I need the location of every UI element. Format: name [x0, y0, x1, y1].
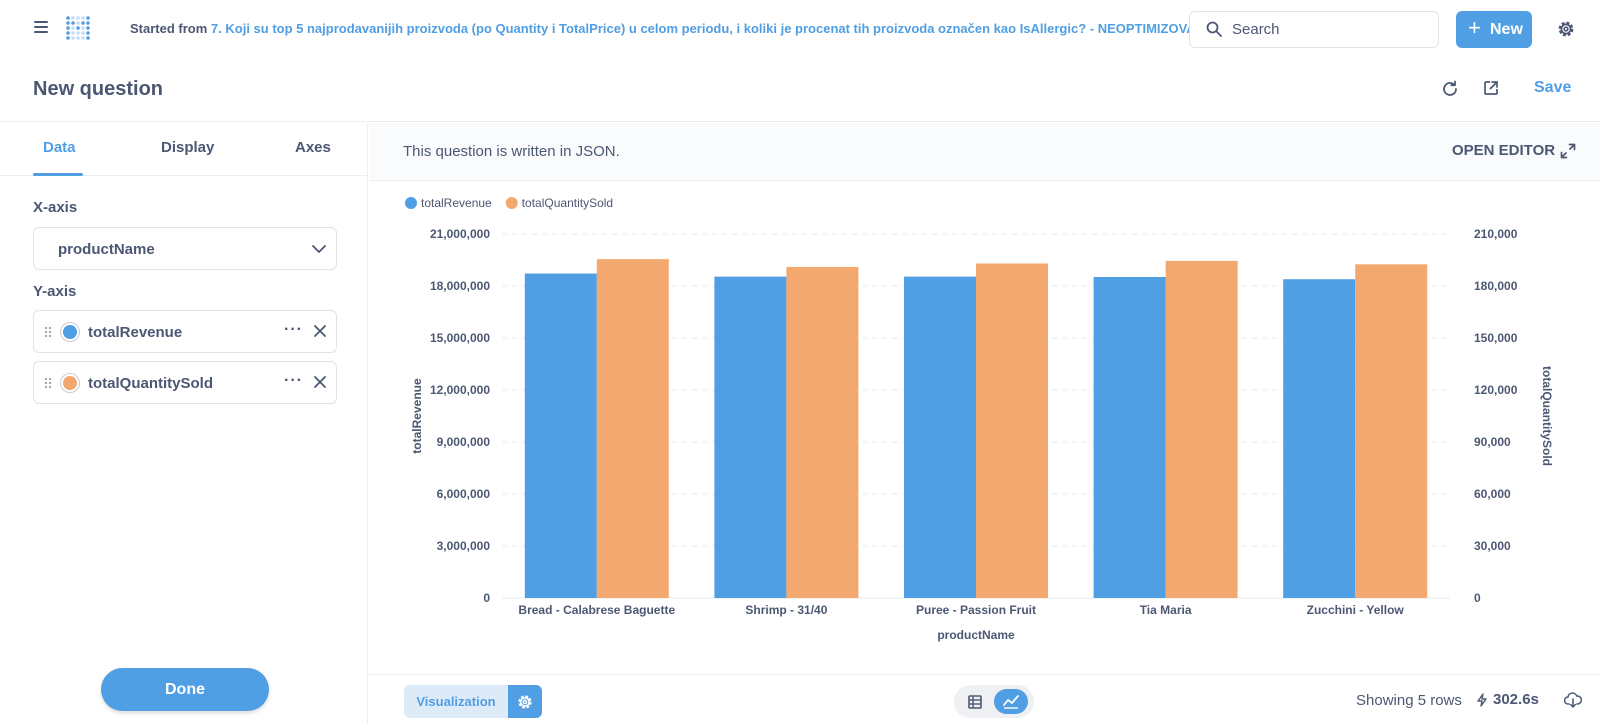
new-button[interactable]: + New — [1456, 11, 1532, 48]
plus-icon: + — [1468, 15, 1481, 40]
tab-display[interactable]: Display — [161, 139, 214, 156]
gear-icon — [518, 695, 532, 709]
expand-icon[interactable] — [1560, 143, 1576, 159]
legend-swatch — [405, 197, 417, 209]
bolt-icon — [1477, 693, 1487, 707]
x-axis-label: X-axis — [33, 199, 78, 216]
done-button[interactable]: Done — [101, 668, 269, 711]
gear-icon[interactable] — [1556, 19, 1576, 39]
bar-totalRevenue — [1283, 279, 1356, 598]
y-tick-label-left: 18,000,000 — [430, 279, 490, 293]
x-axis-title: productName — [937, 628, 1015, 642]
drag-handle-icon[interactable] — [44, 326, 52, 338]
x-tick-label: Bread - Calabrese Baguette — [518, 603, 675, 617]
chevron-down-icon — [312, 245, 326, 253]
legend-label: totalRevenue — [421, 196, 492, 210]
drag-handle-icon[interactable] — [44, 377, 52, 389]
y-series-row[interactable]: totalRevenue ··· — [33, 310, 337, 353]
more-options-icon[interactable]: ··· — [284, 372, 303, 390]
y-tick-label-left: 21,000,000 — [430, 227, 490, 241]
table-icon[interactable] — [963, 693, 987, 711]
y-tick-label-right: 180,000 — [1474, 279, 1518, 293]
more-options-icon[interactable]: ··· — [284, 321, 303, 339]
y-tick-label-right: 60,000 — [1474, 487, 1511, 501]
y-tick-label-left: 9,000,000 — [437, 435, 491, 449]
top-navigation-bar: Started from 7. Koji su top 5 najprodava… — [0, 0, 1600, 58]
settings-tabs: Data Display Axes — [0, 123, 368, 176]
y-axis-label: Y-axis — [33, 283, 77, 300]
y-tick-label-left: 0 — [483, 591, 490, 605]
close-icon[interactable] — [314, 325, 326, 337]
y-tick-label-left: 3,000,000 — [437, 539, 491, 553]
x-tick-label: Zucchini - Yellow — [1307, 603, 1405, 617]
y-tick-label-right: 90,000 — [1474, 435, 1511, 449]
visualization-button[interactable]: Visualization — [404, 685, 508, 718]
open-editor-button[interactable]: OPEN EDITOR — [1452, 142, 1555, 159]
share-icon[interactable] — [1483, 80, 1499, 96]
series-name: totalRevenue — [88, 324, 183, 341]
y-tick-label-right: 0 — [1474, 591, 1481, 605]
x-axis-select[interactable]: productName — [33, 227, 337, 270]
bar-chart[interactable]: 0 0 3,000,000 30,000 6,000,000 60,000 9,000,00… — [369, 182, 1600, 673]
source-question-link[interactable]: 7. Koji su top 5 najprodavanijih proizvo… — [211, 21, 1215, 36]
y-series-row[interactable]: totalQuantitySold ··· — [33, 361, 337, 404]
visualization-settings-button[interactable] — [508, 685, 542, 718]
page-title[interactable]: New question — [33, 78, 163, 101]
bar-totalQuantitySold — [1355, 264, 1428, 598]
y-tick-label-left: 15,000,000 — [430, 331, 490, 345]
chart-area: 0 0 3,000,000 30,000 6,000,000 60,000 9,000,00… — [369, 182, 1600, 673]
banner-text: This question is written in JSON. — [403, 143, 620, 160]
y-tick-label-left: 12,000,000 — [430, 383, 490, 397]
y-axis-title-right: totalQuantitySold — [1540, 366, 1554, 466]
y-tick-label-right: 30,000 — [1474, 539, 1511, 553]
metabase-logo-icon[interactable] — [62, 12, 94, 44]
bar-totalRevenue — [714, 276, 787, 598]
bar-totalQuantitySold — [976, 263, 1048, 598]
table-chart-toggle — [954, 685, 1034, 718]
tab-data[interactable]: Data — [43, 139, 76, 156]
line-chart-icon — [1003, 695, 1019, 709]
y-tick-label-right: 150,000 — [1474, 331, 1518, 345]
legend-label: totalQuantitySold — [522, 196, 613, 210]
bar-totalRevenue — [904, 276, 976, 598]
y-tick-label-left: 6,000,000 — [437, 487, 491, 501]
bar-totalRevenue — [1093, 276, 1166, 598]
question-header: New question Save — [0, 58, 1600, 122]
save-button[interactable]: Save — [1534, 79, 1571, 97]
new-button-label: New — [1490, 21, 1523, 38]
x-tick-label: Puree - Passion Fruit — [916, 603, 1036, 617]
series-color-swatch[interactable] — [61, 323, 79, 341]
y-tick-label-right: 210,000 — [1474, 227, 1518, 241]
series-name: totalQuantitySold — [88, 375, 213, 392]
y-tick-label-right: 120,000 — [1474, 383, 1518, 397]
x-tick-label: Tia Maria — [1140, 603, 1192, 617]
bar-totalQuantitySold — [596, 259, 669, 598]
search-input[interactable]: Search — [1189, 11, 1439, 48]
menu-icon[interactable] — [34, 21, 48, 33]
bottom-toolbar: Visualization Showing 5 rows 302.6s — [369, 674, 1600, 724]
legend-swatch — [505, 197, 518, 209]
started-prefix: Started from — [130, 21, 208, 36]
y-axis-title-left: totalRevenue — [410, 378, 424, 454]
close-icon[interactable] — [314, 376, 326, 388]
x-axis-value: productName — [58, 241, 155, 258]
download-icon[interactable] — [1564, 692, 1582, 708]
bar-totalQuantitySold — [1165, 260, 1238, 598]
native-query-banner: This question is written in JSON. OPEN E… — [369, 123, 1600, 181]
refresh-icon[interactable] — [1441, 80, 1459, 98]
chart-settings-sidebar: Data Display Axes X-axis productName Y-a… — [0, 123, 368, 724]
row-count: Showing 5 rows — [1356, 692, 1462, 709]
x-tick-label: Shrimp - 31/40 — [745, 603, 827, 617]
chart-view-button[interactable] — [994, 689, 1028, 714]
bar-totalQuantitySold — [786, 266, 859, 598]
series-color-swatch[interactable] — [61, 374, 79, 392]
tab-axes[interactable]: Axes — [295, 139, 331, 156]
started-from-text: Started from 7. Koji su top 5 najprodava… — [130, 21, 1215, 36]
search-icon — [1206, 21, 1222, 37]
bar-totalRevenue — [524, 273, 597, 598]
active-tab-indicator — [33, 173, 83, 176]
query-time: 302.6s — [1493, 691, 1539, 708]
search-placeholder: Search — [1232, 21, 1280, 38]
